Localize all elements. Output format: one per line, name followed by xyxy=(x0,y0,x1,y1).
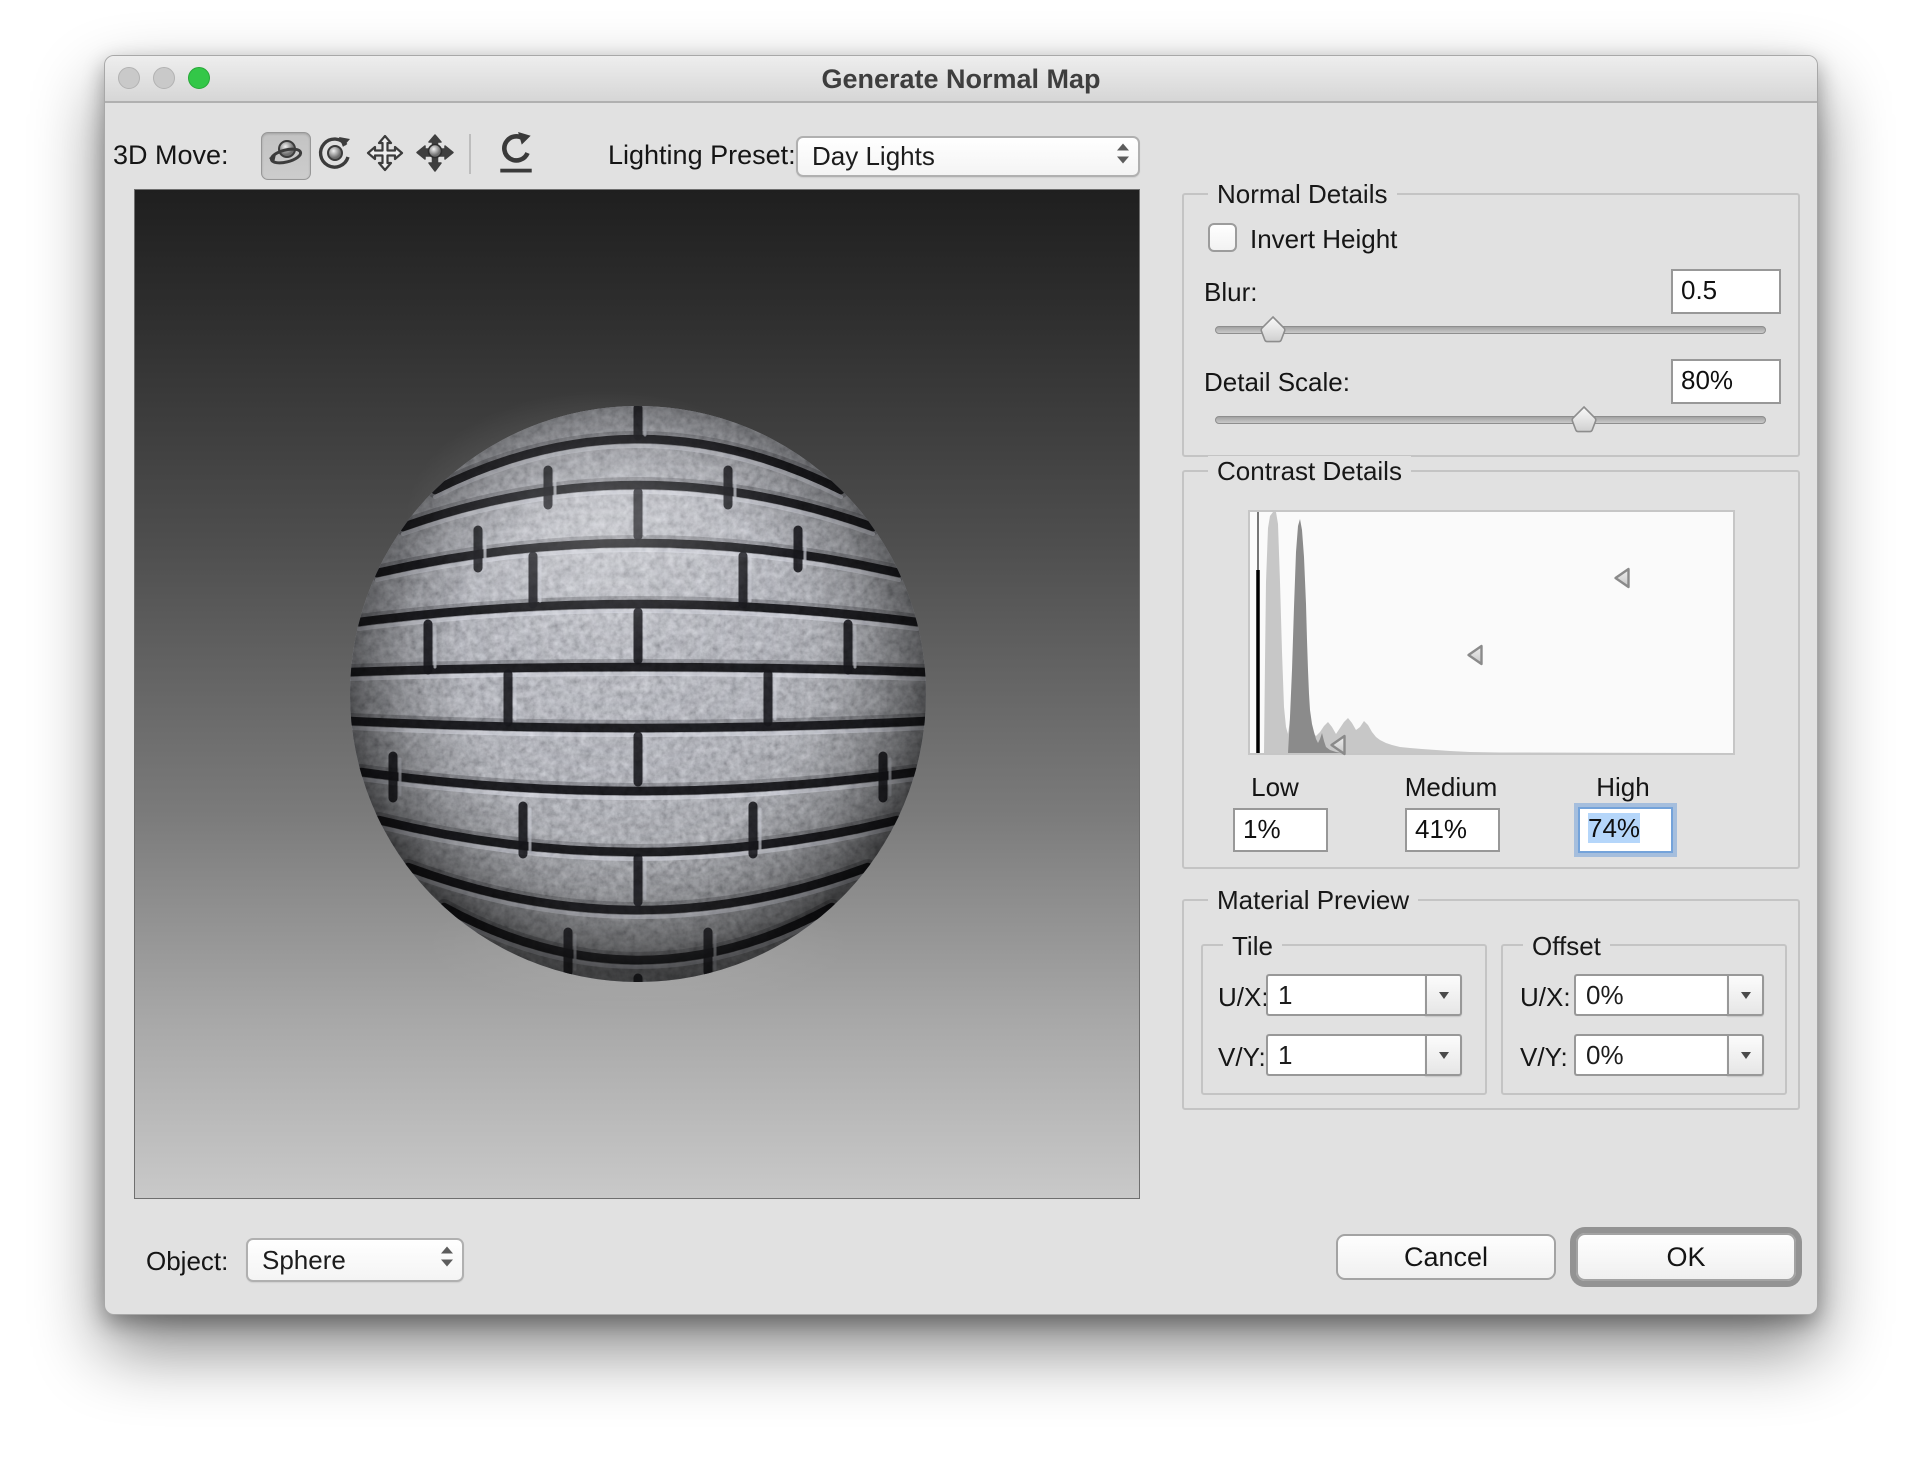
pan-tool-icon xyxy=(365,133,405,178)
blur-label: Blur: xyxy=(1204,277,1257,308)
tile-ux-value[interactable]: 1 xyxy=(1266,974,1425,1016)
chevron-down-icon xyxy=(1437,1049,1451,1061)
offset-vy-label: V/Y: xyxy=(1520,1042,1568,1073)
object-select[interactable]: Sphere xyxy=(246,1238,464,1282)
histogram-plot xyxy=(1250,512,1733,753)
reset-camera-icon xyxy=(495,131,537,180)
tile-ux-label: U/X: xyxy=(1218,982,1269,1013)
ok-button[interactable]: OK xyxy=(1576,1233,1796,1281)
blur-slider-thumb[interactable] xyxy=(1258,315,1288,344)
contrast-histogram xyxy=(1248,510,1735,755)
tile-group: Tile U/X: 1 V/Y: 1 xyxy=(1201,944,1487,1095)
contrast-details-group: Contrast Details xyxy=(1182,470,1800,869)
popup-stepper-icon xyxy=(1115,141,1131,172)
object-value: Sphere xyxy=(262,1245,346,1276)
medium-value-field[interactable]: 41% xyxy=(1405,808,1500,852)
move-mode-label: 3D Move: xyxy=(113,140,229,171)
normal-details-group: Normal Details Invert Height Blur: 0.5 D… xyxy=(1182,193,1800,457)
tile-ux-combo[interactable]: 1 xyxy=(1266,974,1462,1016)
blur-value-field[interactable]: 0.5 xyxy=(1671,269,1781,314)
contrast-details-title: Contrast Details xyxy=(1208,456,1411,487)
normal-details-title: Normal Details xyxy=(1208,179,1397,210)
high-label: High xyxy=(1573,772,1673,803)
offset-ux-combo[interactable]: 0% xyxy=(1574,974,1764,1016)
slide-tool-icon xyxy=(415,133,455,178)
histogram-medium-marker[interactable] xyxy=(1469,646,1482,664)
blur-slider-track[interactable] xyxy=(1215,326,1766,334)
lighting-preset-select[interactable]: Day Lights xyxy=(796,136,1140,177)
brick-sphere-render xyxy=(135,190,1139,1198)
lighting-preset-label: Lighting Preset: xyxy=(608,140,796,171)
selected-text: 74% xyxy=(1588,813,1640,843)
medium-label: Medium xyxy=(1401,772,1501,803)
low-label: Low xyxy=(1225,772,1325,803)
roll-tool-button[interactable] xyxy=(311,132,359,178)
tile-vy-dropdown-button[interactable] xyxy=(1425,1034,1462,1076)
dialog-title: Generate Normal Map xyxy=(105,64,1817,95)
offset-ux-label: U/X: xyxy=(1520,982,1571,1013)
chevron-down-icon xyxy=(1739,1049,1753,1061)
3d-preview-viewport[interactable] xyxy=(134,189,1140,1199)
low-value-field[interactable]: 1% xyxy=(1233,808,1328,852)
invert-height-label: Invert Height xyxy=(1250,224,1397,255)
detail-scale-slider[interactable] xyxy=(1215,403,1766,437)
tile-vy-value[interactable]: 1 xyxy=(1266,1034,1425,1076)
offset-ux-dropdown-button[interactable] xyxy=(1727,974,1764,1016)
detail-scale-slider-thumb[interactable] xyxy=(1569,405,1599,434)
invert-height-checkbox[interactable] xyxy=(1208,223,1237,252)
tile-vy-label: V/Y: xyxy=(1218,1042,1266,1073)
object-label: Object: xyxy=(146,1246,228,1277)
histogram-high-marker[interactable] xyxy=(1616,569,1629,587)
generate-normal-map-dialog: Generate Normal Map 3D Move: xyxy=(104,55,1818,1315)
blur-slider[interactable] xyxy=(1215,313,1766,347)
orbit-tool-button[interactable] xyxy=(261,132,311,180)
material-preview-group: Material Preview Tile U/X: 1 V/Y: 1 Offs… xyxy=(1182,899,1800,1110)
material-preview-title: Material Preview xyxy=(1208,885,1418,916)
titlebar: Generate Normal Map xyxy=(105,56,1817,103)
tile-title: Tile xyxy=(1223,931,1282,962)
offset-vy-dropdown-button[interactable] xyxy=(1727,1034,1764,1076)
detail-scale-label: Detail Scale: xyxy=(1204,367,1350,398)
pan-tool-button[interactable] xyxy=(361,132,409,178)
cancel-button[interactable]: Cancel xyxy=(1336,1234,1556,1280)
offset-vy-combo[interactable]: 0% xyxy=(1574,1034,1764,1076)
detail-scale-value-field[interactable]: 80% xyxy=(1671,359,1781,404)
chevron-down-icon xyxy=(1437,989,1451,1001)
high-value-field[interactable]: 74% xyxy=(1578,807,1673,853)
roll-tool-icon xyxy=(315,133,355,178)
popup-stepper-icon xyxy=(439,1245,455,1276)
slide-tool-button[interactable] xyxy=(411,132,459,178)
tile-ux-dropdown-button[interactable] xyxy=(1425,974,1462,1016)
reset-camera-button[interactable] xyxy=(493,132,539,178)
tile-vy-combo[interactable]: 1 xyxy=(1266,1034,1462,1076)
lighting-preset-value: Day Lights xyxy=(812,141,935,172)
detail-scale-slider-track[interactable] xyxy=(1215,416,1766,424)
orbit-tool-icon xyxy=(266,134,306,179)
offset-vy-value[interactable]: 0% xyxy=(1574,1034,1727,1076)
toolbar-separator xyxy=(469,134,471,174)
offset-title: Offset xyxy=(1523,931,1610,962)
chevron-down-icon xyxy=(1739,989,1753,1001)
offset-group: Offset U/X: 0% V/Y: 0% xyxy=(1501,944,1787,1095)
offset-ux-value[interactable]: 0% xyxy=(1574,974,1727,1016)
